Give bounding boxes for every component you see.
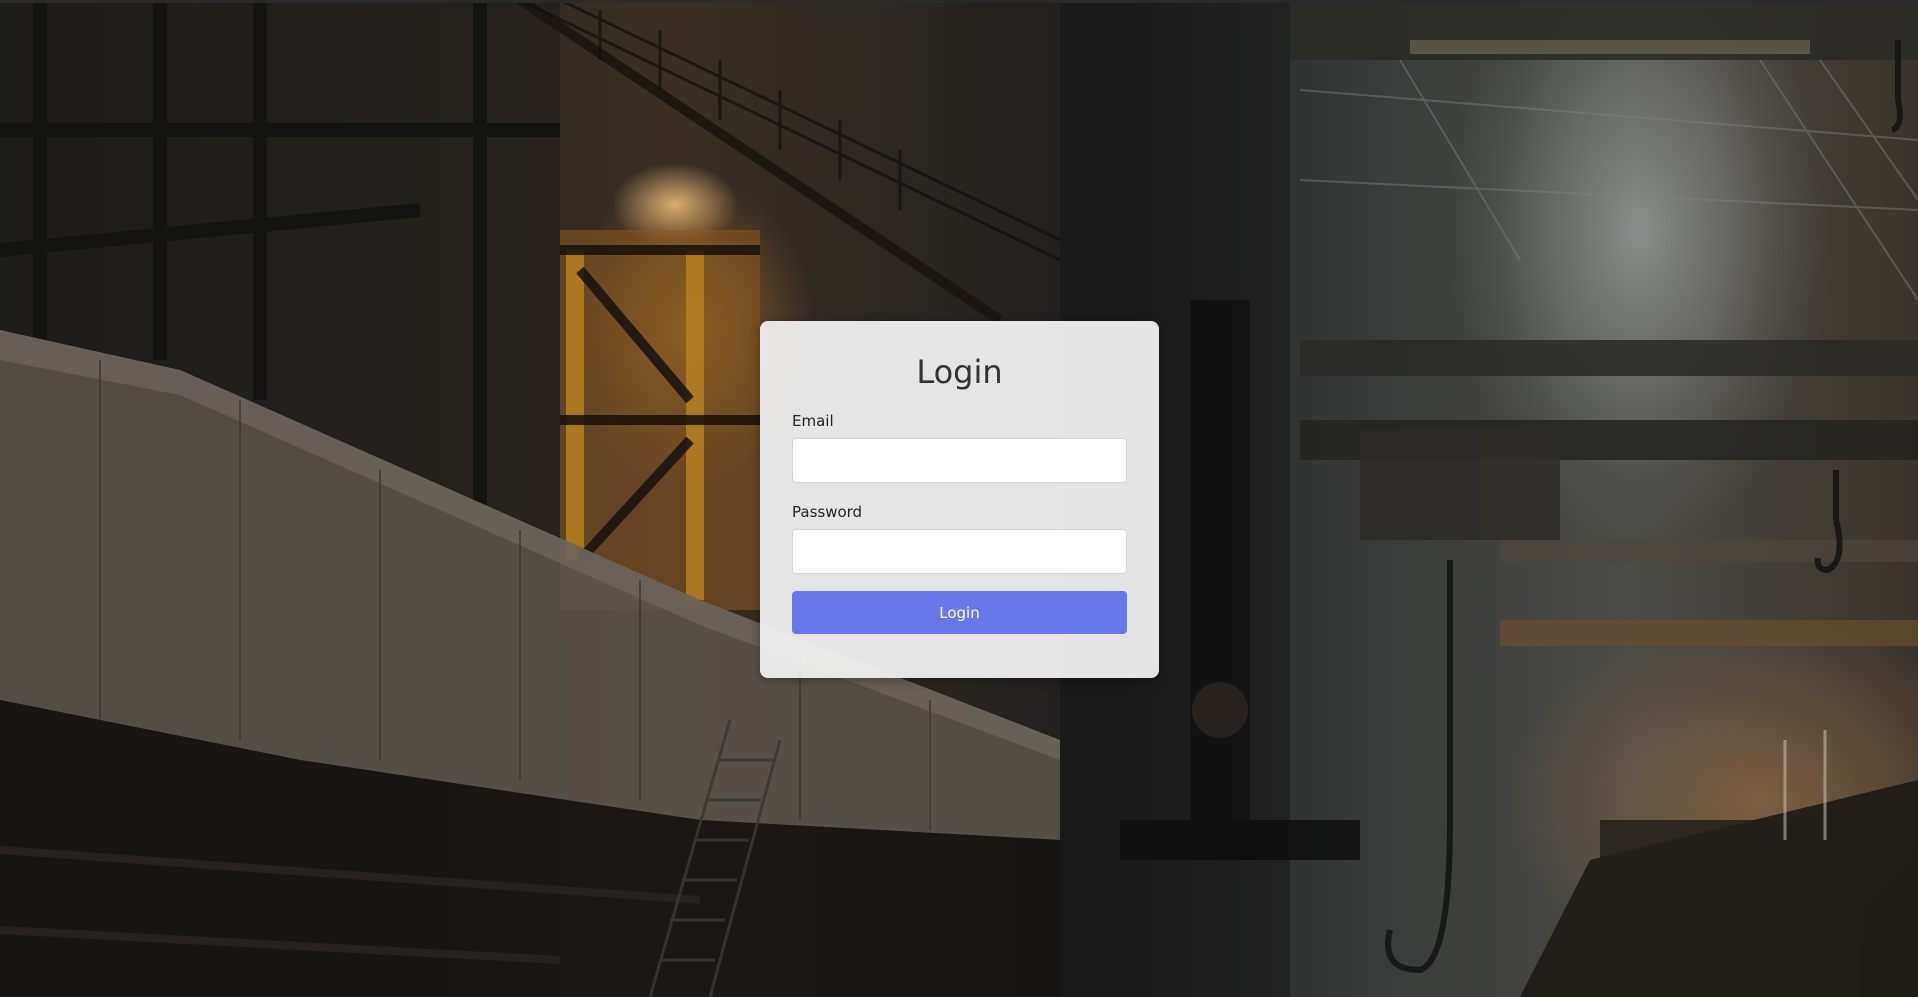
window-top-edge bbox=[0, 0, 1918, 3]
login-button[interactable]: Login bbox=[792, 591, 1127, 635]
email-label: Email bbox=[792, 412, 834, 431]
password-label: Password bbox=[792, 503, 863, 522]
login-card: Login Email Password Login bbox=[760, 321, 1159, 678]
email-field[interactable] bbox=[792, 438, 1127, 484]
password-field[interactable] bbox=[792, 529, 1127, 575]
login-title: Login bbox=[916, 353, 1003, 391]
